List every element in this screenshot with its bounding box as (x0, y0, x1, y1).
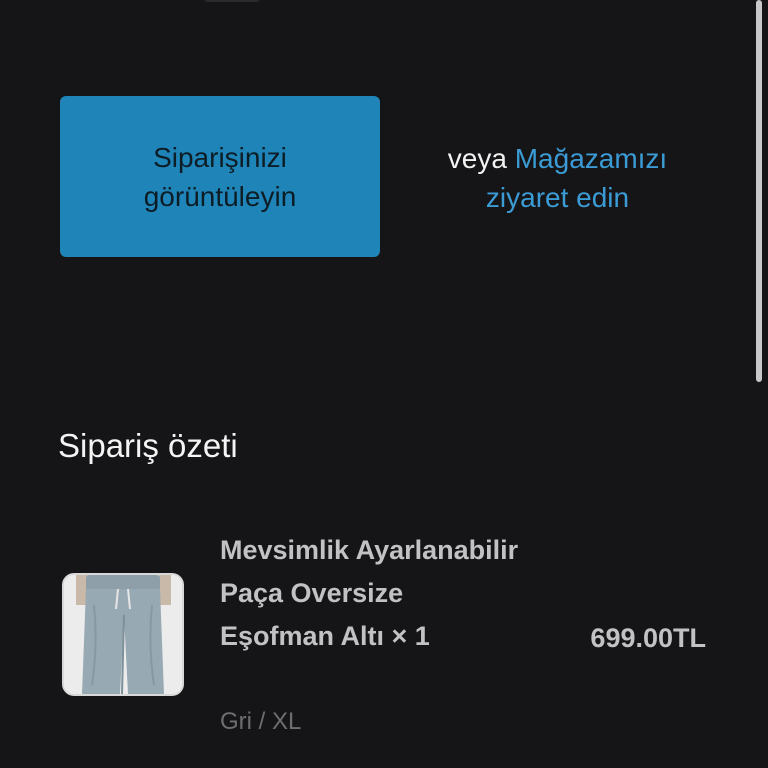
visit-store-prompt: veya Mağazamızı ziyaret edin (420, 139, 695, 217)
order-summary-title: Sipariş özeti (58, 427, 238, 464)
product-thumbnail (62, 573, 184, 696)
vertical-scrollbar[interactable] (756, 0, 762, 382)
product-variant: Gri / XL (220, 708, 302, 735)
product-price: 699.00TL (590, 623, 706, 653)
grey-sweatpants-image (64, 575, 182, 694)
order-confirmation-page: Siparişinizi görüntüleyin veya Mağazamız… (0, 0, 768, 768)
visit-store-link[interactable]: Mağazamızı ziyaret edin (486, 143, 667, 213)
or-text: veya (447, 143, 507, 174)
view-order-button[interactable]: Siparişinizi görüntüleyin (60, 96, 380, 257)
top-cut-off-element (204, 0, 260, 2)
product-name: Mevsimlik Ayarlanabilir Paça Oversize Eş… (220, 535, 519, 651)
